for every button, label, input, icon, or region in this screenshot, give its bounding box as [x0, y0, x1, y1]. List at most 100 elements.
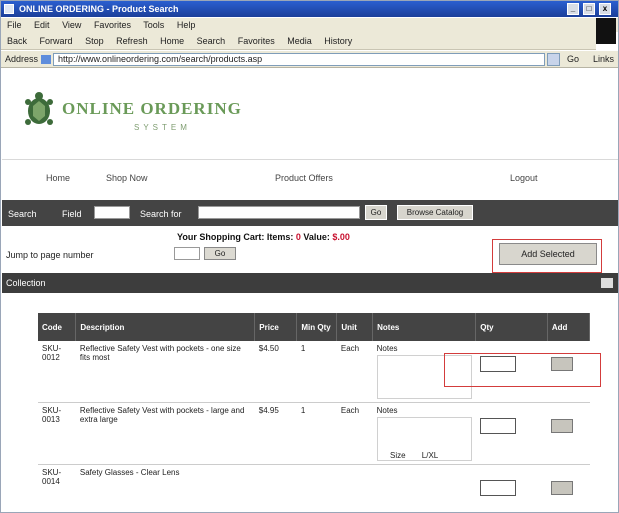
highlight-frame: [492, 239, 602, 273]
cell-qty: [475, 464, 548, 512]
stop-button[interactable]: Stop: [85, 36, 104, 46]
highlight-frame: [444, 353, 601, 387]
search-label: Search: [8, 209, 37, 219]
cell-add: [547, 402, 590, 465]
menu-bar: File Edit View Favorites Tools Help: [1, 18, 618, 32]
col-price: Price: [254, 313, 298, 341]
maximize-icon[interactable]: □: [583, 3, 595, 15]
forward-button[interactable]: Forward: [40, 36, 73, 46]
address-label: Address: [5, 54, 39, 64]
col-qty: Qty: [475, 313, 548, 341]
address-input[interactable]: http://www.onlineordering.com/search/pro…: [53, 53, 545, 66]
browser-window: ONLINE ORDERING - Product Search _ □ x F…: [0, 0, 619, 513]
windows-logo-icon: [596, 18, 616, 44]
page-icon: [41, 55, 51, 64]
page-number-input[interactable]: [174, 247, 200, 260]
cell-code: SKU-0012: [38, 341, 76, 403]
menu-file[interactable]: File: [7, 20, 22, 30]
cell-min-qty: 1: [296, 341, 337, 403]
menu-favorites[interactable]: Favorites: [94, 20, 131, 30]
cell-unit: Each: [336, 341, 373, 403]
cart-summary: Your Shopping Cart: Items: 0 Value: $.00: [177, 232, 350, 242]
cell-description: Safety Glasses - Clear Lens: [75, 464, 255, 512]
menu-tools[interactable]: Tools: [143, 20, 164, 30]
nav-logout[interactable]: Logout: [510, 173, 538, 183]
brand-title: ONLINE ORDERING: [62, 99, 242, 118]
jump-page-label: Jump to page number: [6, 250, 94, 260]
notes-label: Notes: [376, 344, 398, 353]
cell-qty: [475, 402, 548, 465]
search-button[interactable]: Search: [197, 36, 226, 46]
notes-label: Notes: [376, 406, 398, 415]
qty-input[interactable]: [479, 480, 516, 496]
links-button[interactable]: Links: [593, 54, 614, 64]
search-bar: Search Field Search for Go Browse Catalo…: [2, 200, 618, 226]
search-go-button[interactable]: Go: [365, 205, 387, 220]
turtle-logo-icon: [25, 92, 53, 125]
refresh-button[interactable]: Refresh: [116, 36, 148, 46]
cell-min-qty: [296, 464, 337, 512]
go-button[interactable]: Go: [567, 54, 579, 64]
product-table: Code Description Price Min Qty Unit Note…: [38, 313, 591, 512]
cell-notes: [372, 464, 476, 512]
size-label: Size: [390, 451, 406, 460]
title-bar: ONLINE ORDERING - Product Search _ □ x: [1, 1, 618, 17]
col-min-qty: Min Qty: [296, 313, 338, 341]
cell-code: SKU-0013: [38, 402, 76, 465]
window-title: ONLINE ORDERING - Product Search: [19, 4, 179, 14]
cell-description: Reflective Safety Vest with pockets - on…: [75, 341, 255, 403]
page-content: ONLINE ORDERING SYSTEM Home Shop Now Pro…: [2, 69, 618, 512]
cell-unit: Each: [336, 402, 373, 465]
size-option: Size L/XL: [390, 451, 438, 460]
qty-input[interactable]: [479, 418, 516, 434]
nav-product-offers[interactable]: Product Offers: [275, 173, 333, 183]
collapse-icon[interactable]: [601, 278, 613, 288]
media-button[interactable]: Media: [287, 36, 312, 46]
page-go-button[interactable]: Go: [204, 247, 236, 260]
col-unit: Unit: [336, 313, 374, 341]
nav-shop[interactable]: Shop Now: [106, 173, 148, 183]
cart-label: Your Shopping Cart: Items:: [177, 232, 294, 242]
favorites-button[interactable]: Favorites: [238, 36, 275, 46]
col-notes: Notes: [372, 313, 477, 341]
cart-items-count: 0: [295, 232, 301, 242]
cell-code: SKU-0014: [38, 464, 76, 512]
app-icon: [4, 4, 14, 14]
search-input[interactable]: [198, 206, 360, 219]
home-button[interactable]: Home: [160, 36, 184, 46]
close-icon[interactable]: x: [599, 3, 611, 15]
cart-value: $.00: [332, 232, 350, 242]
cell-price: [254, 464, 297, 512]
table-row: SKU-0013 Reflective Safety Vest with poc…: [38, 402, 590, 465]
cell-price: $4.50: [254, 341, 297, 403]
nav-home[interactable]: Home: [46, 173, 70, 183]
divider: [2, 159, 618, 160]
brand-tagline: SYSTEM: [134, 123, 191, 132]
col-code: Code: [38, 313, 77, 341]
cell-unit: [336, 464, 373, 512]
minimize-icon[interactable]: _: [567, 3, 579, 15]
browse-catalog-button[interactable]: Browse Catalog: [397, 205, 473, 220]
col-description: Description: [75, 313, 256, 341]
menu-view[interactable]: View: [62, 20, 81, 30]
collection-bar: Collection: [2, 273, 618, 293]
back-button[interactable]: Back: [7, 36, 27, 46]
cell-add: [547, 464, 590, 512]
address-dropdown-icon[interactable]: [547, 53, 560, 66]
navigation-toolbar: Back Forward Stop Refresh Home Search Fa…: [1, 32, 596, 50]
add-to-cart-button[interactable]: [551, 481, 574, 495]
size-value: L/XL: [421, 451, 439, 460]
search-for-label: Search for: [140, 209, 182, 219]
field-select[interactable]: [94, 206, 130, 219]
cell-price: $4.95: [254, 402, 297, 465]
menu-edit[interactable]: Edit: [34, 20, 50, 30]
menu-help[interactable]: Help: [177, 20, 196, 30]
cell-min-qty: 1: [296, 402, 337, 465]
cart-value-label: Value:: [303, 232, 330, 242]
col-add: Add: [547, 313, 591, 341]
table-row: SKU-0014 Safety Glasses - Clear Lens: [38, 464, 590, 512]
history-button[interactable]: History: [324, 36, 352, 46]
field-label: Field: [62, 209, 82, 219]
add-to-cart-button[interactable]: [551, 419, 574, 433]
address-bar: Address http://www.onlineordering.com/se…: [1, 51, 618, 68]
